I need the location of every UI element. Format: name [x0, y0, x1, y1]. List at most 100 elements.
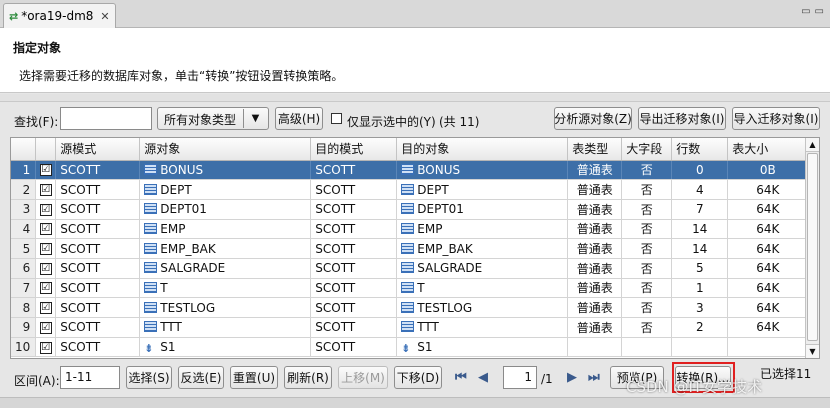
row-checkbox[interactable]: ☑	[35, 238, 57, 259]
cell-table-type[interactable]: 普通表	[567, 219, 623, 240]
prev-page-icon[interactable]: ◀	[478, 370, 488, 385]
maximize-icon[interactable]: ▭	[815, 6, 824, 17]
row-checkbox[interactable]: ☑	[35, 317, 57, 338]
table-row[interactable]: 4 ☑ SCOTT EMP SCOTT EMP 普通表否 14 64K	[11, 219, 809, 240]
table-row[interactable]: 7 ☑ SCOTT T SCOTT T 普通表否 1 64K	[11, 278, 809, 299]
col-header-dst-object[interactable]: 目的对象	[396, 138, 569, 161]
object-type-select[interactable]: 所有对象类型 ▼	[157, 107, 269, 130]
cell-src-schema[interactable]: SCOTT	[55, 160, 141, 181]
cell-lob[interactable]: 否	[621, 278, 673, 299]
checkbox-checked-icon[interactable]: ☑	[39, 164, 52, 177]
cell-table-type[interactable]: 普通表	[567, 317, 623, 338]
checkbox-checked-icon[interactable]: ☑	[39, 184, 52, 197]
cell-lob[interactable]: 否	[621, 160, 673, 181]
row-checkbox[interactable]: ☑	[35, 179, 57, 200]
cell-table-type[interactable]: 普通表	[567, 238, 623, 259]
cell-src-schema[interactable]: SCOTT	[55, 199, 141, 220]
page-input[interactable]: 1	[503, 366, 537, 389]
checkbox-checked-icon[interactable]: ☑	[39, 262, 52, 275]
only-selected-checkbox[interactable]	[331, 113, 342, 124]
cell-dst-object[interactable]: EMP_BAK	[396, 238, 569, 259]
cell-dst-object[interactable]: DEPT	[396, 179, 569, 200]
cell-lob[interactable]: 否	[621, 297, 673, 318]
cell-rows[interactable]	[671, 337, 729, 358]
cell-size[interactable]: 0B	[727, 160, 809, 181]
table-row[interactable]: 10 ☑ SCOTT ⇟ S1 SCOTT ⇟ S1	[11, 337, 809, 358]
cell-size[interactable]: 64K	[727, 297, 809, 318]
cell-lob[interactable]: 否	[621, 238, 673, 259]
cell-rows[interactable]: 2	[671, 317, 729, 338]
advanced-button[interactable]: 高级(H)	[275, 107, 323, 130]
cell-size[interactable]: 64K	[727, 238, 809, 259]
minimize-icon[interactable]: ▭	[801, 6, 810, 17]
cell-table-type[interactable]: 普通表	[567, 297, 623, 318]
cell-src-object[interactable]: SALGRADE	[139, 258, 312, 279]
cell-dst-schema[interactable]: SCOTT	[310, 317, 398, 338]
row-checkbox[interactable]: ☑	[35, 258, 57, 279]
grid-vertical-scrollbar[interactable]: ▲ ▼	[805, 138, 819, 358]
cell-size[interactable]: 64K	[727, 199, 809, 220]
move-up-button[interactable]: 上移(M)	[338, 366, 388, 389]
cell-lob[interactable]: 否	[621, 317, 673, 338]
cell-table-type[interactable]	[567, 337, 623, 358]
range-input[interactable]: 1-11	[60, 366, 120, 389]
cell-dst-schema[interactable]: SCOTT	[310, 179, 398, 200]
cell-dst-schema[interactable]: SCOTT	[310, 160, 398, 181]
cell-src-object[interactable]: DEPT01	[139, 199, 312, 220]
cell-dst-object[interactable]: SALGRADE	[396, 258, 569, 279]
checkbox-checked-icon[interactable]: ☑	[39, 302, 52, 315]
cell-rows[interactable]: 4	[671, 179, 729, 200]
cell-size[interactable]: 64K	[727, 258, 809, 279]
cell-size[interactable]: 64K	[727, 317, 809, 338]
scroll-thumb[interactable]	[807, 153, 818, 341]
cell-src-object[interactable]: DEPT	[139, 179, 312, 200]
cell-rows[interactable]: 5	[671, 258, 729, 279]
cell-src-schema[interactable]: SCOTT	[55, 278, 141, 299]
checkbox-checked-icon[interactable]: ☑	[39, 341, 52, 354]
cell-size[interactable]: 64K	[727, 179, 809, 200]
col-header-rows[interactable]: 行数	[671, 138, 729, 161]
cell-table-type[interactable]: 普通表	[567, 179, 623, 200]
row-checkbox[interactable]: ☑	[35, 297, 57, 318]
cell-dst-schema[interactable]: SCOTT	[310, 278, 398, 299]
invert-button[interactable]: 反选(E)	[178, 366, 224, 389]
cell-src-object[interactable]: TTT	[139, 317, 312, 338]
cell-lob[interactable]: 否	[621, 219, 673, 240]
next-page-icon[interactable]: ▶	[567, 370, 577, 385]
col-header-src-object[interactable]: 源对象	[139, 138, 312, 161]
row-checkbox[interactable]: ☑	[35, 337, 57, 358]
cell-rows[interactable]: 0	[671, 160, 729, 181]
cell-lob[interactable]: 否	[621, 258, 673, 279]
cell-table-type[interactable]: 普通表	[567, 278, 623, 299]
cell-table-type[interactable]: 普通表	[567, 199, 623, 220]
scroll-up-icon[interactable]: ▲	[806, 138, 819, 152]
reset-button[interactable]: 重置(U)	[230, 366, 278, 389]
cell-dst-schema[interactable]: SCOTT	[310, 337, 398, 358]
cell-dst-schema[interactable]: SCOTT	[310, 199, 398, 220]
table-row[interactable]: 3 ☑ SCOTT DEPT01 SCOTT DEPT01 普通表否 7 64K	[11, 199, 809, 220]
close-icon[interactable]: ✕	[100, 10, 109, 23]
table-row[interactable]: 8 ☑ SCOTT TESTLOG SCOTT TESTLOG 普通表否 3 64K	[11, 297, 809, 318]
col-header-size[interactable]: 表大小	[727, 138, 809, 161]
cell-dst-object[interactable]: DEPT01	[396, 199, 569, 220]
cell-dst-object[interactable]: TTT	[396, 317, 569, 338]
table-row[interactable]: 2 ☑ SCOTT DEPT SCOTT DEPT 普通表否 4 64K	[11, 179, 809, 200]
cell-lob[interactable]	[621, 337, 673, 358]
col-header-dst-schema[interactable]: 目的模式	[310, 138, 398, 161]
cell-src-object[interactable]: ⇟ S1	[139, 337, 312, 358]
refresh-button[interactable]: 刷新(R)	[284, 366, 332, 389]
col-header-table-type[interactable]: 表类型	[567, 138, 623, 161]
table-row[interactable]: 6 ☑ SCOTT SALGRADE SCOTT SALGRADE 普通表否 5 64K	[11, 258, 809, 279]
cell-dst-object[interactable]: T	[396, 278, 569, 299]
move-down-button[interactable]: 下移(D)	[394, 366, 442, 389]
cell-src-object[interactable]: EMP_BAK	[139, 238, 312, 259]
cell-lob[interactable]: 否	[621, 179, 673, 200]
export-objects-button[interactable]: 导出迁移对象(I)	[638, 107, 726, 130]
table-row[interactable]: 9 ☑ SCOTT TTT SCOTT TTT 普通表否 2 64K	[11, 317, 809, 338]
cell-dst-object[interactable]: EMP	[396, 219, 569, 240]
find-input[interactable]	[60, 107, 152, 130]
cell-src-object[interactable]: TESTLOG	[139, 297, 312, 318]
cell-dst-schema[interactable]: SCOTT	[310, 219, 398, 240]
import-objects-button[interactable]: 导入迁移对象(I)	[732, 107, 820, 130]
cell-src-schema[interactable]: SCOTT	[55, 238, 141, 259]
